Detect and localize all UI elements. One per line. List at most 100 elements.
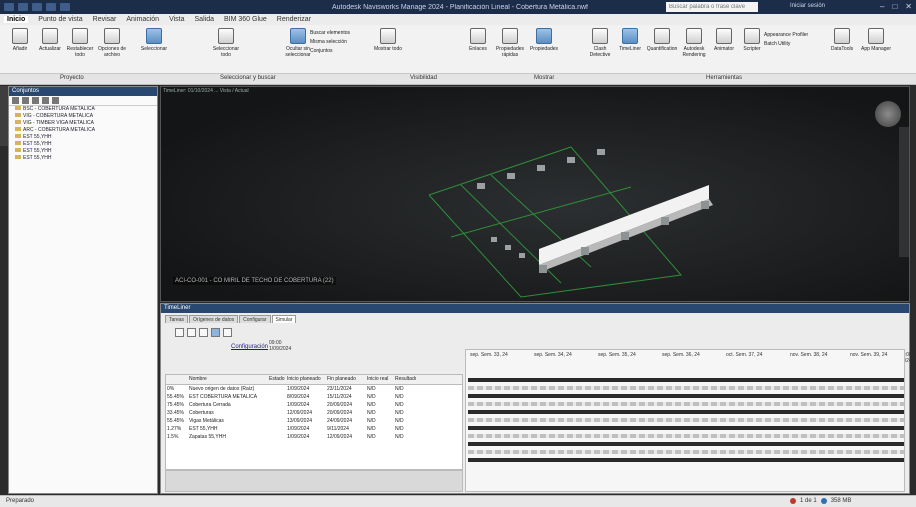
unhide-all-button[interactable]: Mostrar todo — [372, 28, 404, 68]
folder-icon — [15, 148, 21, 152]
set-item[interactable]: EST 55,YHH — [9, 141, 157, 148]
set-item[interactable]: VIG - TIMBER VIGA METALICA — [9, 120, 157, 127]
gantt-week-header: sep. Sem. 36, 24 — [662, 352, 700, 358]
gantt-bar[interactable] — [468, 418, 904, 422]
table-row[interactable]: 1.5% Zapatas 55,YHH 1/09/2024 12/09/2024 N/D… — [166, 433, 462, 441]
tab-animacion[interactable]: Animación — [126, 16, 159, 23]
save-icon[interactable] — [18, 3, 28, 11]
sets-link[interactable]: Conjuntos — [310, 47, 350, 56]
set-item[interactable]: EST 55,YHH — [9, 155, 157, 162]
navigation-bar[interactable] — [899, 127, 909, 257]
clash-detective-button[interactable]: Clash Detective — [584, 28, 616, 68]
group-proyecto[interactable]: Proyecto — [60, 75, 84, 81]
play-icon[interactable] — [199, 328, 208, 337]
gantt-week-header: nov. Sem. 38, 24 — [790, 352, 828, 358]
refresh-button[interactable]: Actualizar — [34, 28, 66, 68]
append-button[interactable]: Añadir — [4, 28, 36, 68]
app-manager-button[interactable]: App Manager — [860, 28, 892, 68]
datatools-button[interactable]: DataTools — [826, 28, 858, 68]
table-row[interactable]: 1.27% EST 55,YHH 1/09/2024 9/11/2024 N/D N/D — [166, 425, 462, 433]
gantt-bar[interactable] — [468, 458, 904, 462]
gantt-chart[interactable]: sep. Sem. 33, 24 sep. Sem. 34, 24 sep. S… — [465, 349, 905, 492]
gantt-bar[interactable] — [468, 450, 904, 454]
rendering-button[interactable]: Autodesk Rendering — [678, 28, 710, 68]
navisworks-window: Autodesk Navisworks Manage 2024 - Planif… — [0, 0, 916, 507]
select-button[interactable]: Seleccionar — [138, 28, 170, 68]
file-options-button[interactable]: Opciones de archivo — [96, 28, 128, 68]
group-mostrar[interactable]: Mostrar — [534, 75, 554, 81]
tab-inicio[interactable]: Inicio — [4, 16, 29, 23]
gantt-bar[interactable] — [468, 410, 904, 414]
table-row[interactable]: 0% Nuevo origen de datos (Raíz) 1/09/2024 2… — [166, 385, 462, 393]
side-tab-strip[interactable] — [0, 86, 8, 146]
viewcube[interactable] — [875, 101, 901, 127]
select-all-button[interactable]: Seleccionar todo — [210, 28, 242, 68]
tab-punto-de-vista[interactable]: Punto de vista — [38, 16, 82, 23]
quick-properties-icon — [502, 28, 518, 44]
tab-vista[interactable]: Vista — [169, 16, 184, 23]
tab-renderizar[interactable]: Renderizar — [277, 16, 311, 23]
reset-all-button[interactable]: Restablecer todo — [64, 28, 96, 68]
search-input[interactable] — [666, 2, 758, 12]
table-row[interactable]: 33.45% Coberturas 12/09/2024 20/09/2024 N/D N… — [166, 409, 462, 417]
sign-in-link[interactable]: Iniciar sesión — [790, 3, 825, 9]
tab-revisar[interactable]: Revisar — [93, 16, 117, 23]
unhide-icon — [380, 28, 396, 44]
quick-properties-button[interactable]: Propiedades rápidas — [494, 28, 526, 68]
table-row[interactable]: 55.45% EST COBERTURA METALICA 8/09/2024 15/… — [166, 393, 462, 401]
table-row[interactable]: 75.45% Cobertura Cerrada 1/09/2024 20/09/20… — [166, 401, 462, 409]
gantt-bar[interactable] — [468, 434, 904, 438]
gantt-bar[interactable] — [468, 378, 904, 382]
appearance-profiler-link[interactable]: Appearance Profiler — [764, 31, 808, 40]
folder-icon — [15, 113, 21, 117]
delete-icon[interactable] — [52, 97, 59, 104]
3d-viewport[interactable]: TimeLiner: 01/10/2024 ... Vista / Actual — [160, 86, 910, 302]
step-back-icon[interactable] — [187, 328, 196, 337]
group-seleccionar[interactable]: Seleccionar y buscar — [220, 75, 276, 81]
tab-origenes[interactable]: Orígenes de datos — [189, 315, 239, 323]
set-item[interactable]: EST 55,YHH — [9, 148, 157, 155]
links-button[interactable]: Enlaces — [462, 28, 494, 68]
tab-configurar[interactable]: Configurar — [239, 315, 271, 323]
close-icon[interactable]: ✕ — [905, 2, 912, 11]
maximize-icon[interactable]: □ — [892, 2, 897, 11]
status-dot-icon[interactable] — [790, 498, 796, 504]
undo-icon[interactable] — [32, 3, 42, 11]
group-herramientas[interactable]: Herramientas — [706, 75, 742, 81]
new-folder-icon[interactable] — [32, 97, 39, 104]
tab-salida[interactable]: Salida — [195, 16, 214, 23]
configuration-button[interactable]: Configuración — [231, 344, 268, 350]
tab-bim360[interactable]: BIM 360 Glue — [224, 16, 267, 23]
redo-icon[interactable] — [46, 3, 56, 11]
tab-tareas[interactable]: Tareas — [165, 315, 189, 323]
print-icon[interactable] — [60, 3, 70, 11]
same-selection-link[interactable]: Misma selección — [310, 38, 350, 47]
set-item[interactable]: BSC - COBERTURA METALICA — [9, 106, 157, 113]
gantt-bar[interactable] — [468, 394, 904, 398]
quantification-button[interactable]: Quantification — [646, 28, 678, 68]
gantt-bar[interactable] — [468, 442, 904, 446]
set-item[interactable]: ARC - COBERTURA METALICA — [9, 127, 157, 134]
set-item[interactable]: VIG - COBERTURA METALICA — [9, 113, 157, 120]
table-row[interactable]: 55.45% Vigas Metálicas 13/09/2024 24/09/202… — [166, 417, 462, 425]
minimize-icon[interactable]: – — [880, 2, 884, 11]
pause-icon[interactable] — [211, 328, 220, 337]
sheet-count: 1 de 1 — [800, 498, 817, 504]
find-items-link[interactable]: Buscar elementos — [310, 29, 350, 38]
save-selection-icon[interactable] — [12, 97, 19, 104]
rewind-icon[interactable] — [175, 328, 184, 337]
timeliner-button[interactable]: TimeLiner — [614, 28, 646, 68]
forward-icon[interactable] — [223, 328, 232, 337]
set-item[interactable]: EST 55,YHH — [9, 134, 157, 141]
group-visibilidad[interactable]: Visibilidad — [410, 75, 437, 81]
gantt-bar[interactable] — [468, 426, 904, 430]
duplicate-icon[interactable] — [42, 97, 49, 104]
save-search-icon[interactable] — [22, 97, 29, 104]
sheet-nav-icon[interactable] — [820, 498, 827, 504]
tab-simular[interactable]: Simular — [271, 315, 297, 323]
batch-utility-link[interactable]: Batch Utility — [764, 40, 808, 49]
properties-button[interactable]: Propiedades — [528, 28, 560, 68]
app-menu-icon[interactable] — [4, 3, 14, 11]
gantt-bar[interactable] — [468, 402, 904, 406]
gantt-bar[interactable] — [468, 386, 904, 390]
